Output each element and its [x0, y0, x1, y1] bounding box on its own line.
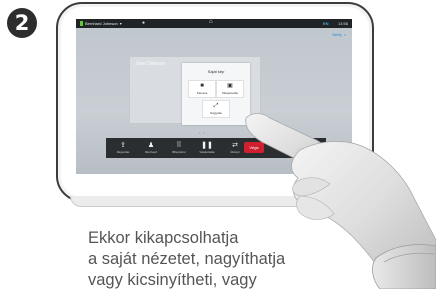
caption-line: Ekkor kikapcsolhatja: [88, 228, 348, 249]
caption-line: a saját nézetet, nagyíthatja: [88, 249, 348, 270]
instruction-caption: Ekkor kikapcsolhatja a saját nézetet, na…: [88, 228, 348, 291]
caption-line: vagy kicsinyítheti, vagy: [88, 270, 348, 291]
